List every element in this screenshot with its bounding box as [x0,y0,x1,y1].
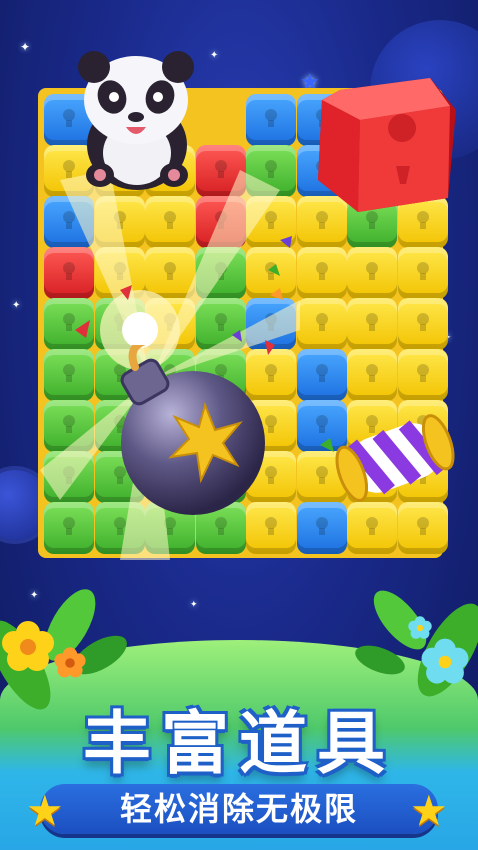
panda-icon [78,51,194,190]
star-right-icon: ★ [410,786,448,835]
subtitle-banner: 轻松消除无极限 [40,784,438,834]
game-promo-screen: ✦ ✦ ★ ✦ ✦ ✦ ✦ ✦ [0,0,478,850]
promo-subtitle: 轻松消除无极限 [119,790,358,828]
promo-title: 丰富道具 [82,705,395,784]
star-left-icon: ★ [26,786,64,835]
bomb-icon[interactable] [105,345,275,515]
striped-candy-icon [335,414,455,502]
red-block-icon [318,78,456,212]
